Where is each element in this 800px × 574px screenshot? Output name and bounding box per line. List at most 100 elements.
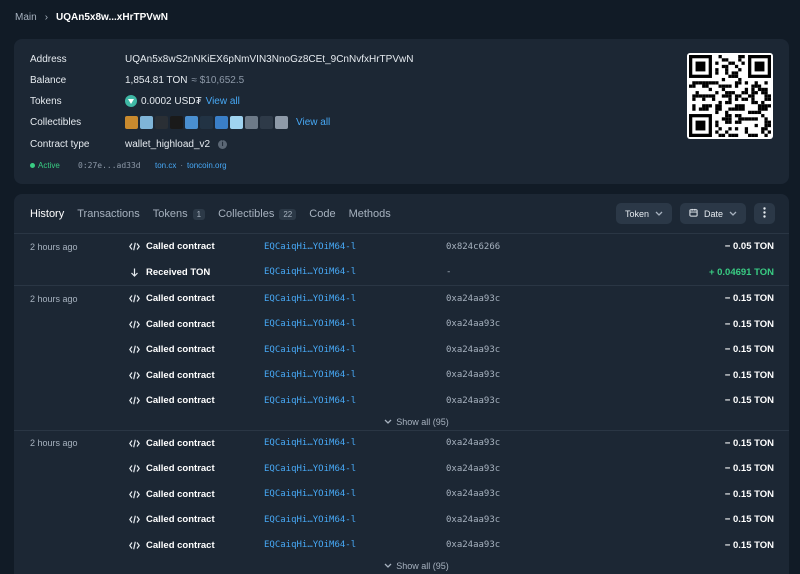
counterparty-address-link[interactable]: EQCaiqHi…YOiM64-l bbox=[264, 234, 356, 260]
more-options-button[interactable] bbox=[754, 203, 775, 224]
tab-count-badge: 22 bbox=[279, 208, 297, 220]
breadcrumb: Main › UQAn5x8w...xHrTPVwN bbox=[15, 10, 168, 24]
qr-code-icon bbox=[689, 55, 771, 137]
tonscan-link[interactable]: ton.cx bbox=[155, 161, 176, 170]
transaction-time: 2 hours ago bbox=[30, 293, 78, 304]
collectible-thumbnail[interactable] bbox=[155, 115, 168, 129]
transaction-group: 2 hours ago Called contract EQCaiqHi…YOiM6… bbox=[14, 234, 789, 286]
table-row[interactable]: Called contract EQCaiqHi…YOiM64-l 0xa24aa9… bbox=[14, 312, 789, 338]
balance-value: 1,854.81 TON bbox=[125, 74, 188, 86]
address-value[interactable]: UQAn5x8wS2nNKiEX6pNmVIN3NnoGz8CEt_9CnNvf… bbox=[125, 54, 413, 65]
tokens-view-all-link[interactable]: View all bbox=[206, 96, 240, 107]
action-label: Called contract bbox=[146, 241, 215, 253]
counterparty-address-link[interactable]: EQCaiqHi…YOiM64-l bbox=[264, 431, 356, 457]
code-icon bbox=[129, 242, 140, 251]
tab-label: Code bbox=[309, 208, 336, 220]
table-row[interactable]: Called contract EQCaiqHi…YOiM64-l 0xa24aa9… bbox=[14, 337, 789, 363]
status-badge: Active bbox=[38, 160, 60, 170]
action-label: Called contract bbox=[146, 293, 215, 305]
transaction-amount: − 0.15 TON bbox=[724, 344, 774, 356]
action-label: Called contract bbox=[146, 514, 215, 526]
qr-code[interactable] bbox=[687, 53, 773, 139]
collectible-thumbnails[interactable] bbox=[125, 115, 288, 129]
tab-methods[interactable]: Methods bbox=[349, 208, 391, 220]
table-row[interactable]: Called contract EQCaiqHi…YOiM64-l 0xa24aa9… bbox=[14, 533, 789, 559]
op-code: 0xa24aa93c bbox=[446, 293, 501, 304]
transaction-time: 2 hours ago bbox=[30, 438, 78, 449]
collectibles-view-all-link[interactable]: View all bbox=[296, 117, 330, 128]
counterparty-address-link[interactable]: EQCaiqHi…YOiM64-l bbox=[264, 456, 356, 482]
tab-label: Methods bbox=[348, 208, 391, 220]
tab-collectibles[interactable]: Collectibles 22 bbox=[218, 208, 297, 220]
collectible-thumbnail[interactable] bbox=[170, 115, 183, 129]
transaction-group: 2 hours ago Called contract EQCaiqHi…YOiM6… bbox=[14, 286, 789, 431]
op-code: - bbox=[446, 267, 452, 278]
collectible-thumbnail[interactable] bbox=[140, 115, 153, 129]
status-line: Active 0:27e...ad33d ton.cx · toncoin.or… bbox=[30, 160, 227, 170]
counterparty-address-link[interactable]: EQCaiqHi…YOiM64-l bbox=[264, 260, 356, 286]
chevron-down-icon bbox=[384, 417, 392, 427]
code-icon bbox=[129, 515, 140, 524]
show-all-button[interactable]: Show all (95) bbox=[44, 414, 789, 430]
action-label: Received TON bbox=[146, 266, 211, 278]
counterparty-address-link[interactable]: EQCaiqHi…YOiM64-l bbox=[264, 533, 356, 559]
table-row[interactable]: Called contract EQCaiqHi…YOiM64-l 0xa24aa9… bbox=[14, 456, 789, 482]
account-card: Address UQAn5x8wS2nNKiEX6pNmVIN3NnoGz8CE… bbox=[14, 39, 789, 184]
collectible-thumbnail[interactable] bbox=[230, 115, 243, 129]
counterparty-address-link[interactable]: EQCaiqHi…YOiM64-l bbox=[264, 312, 356, 338]
table-row[interactable]: 2 hours ago Called contract EQCaiqHi…YOiM6… bbox=[14, 286, 789, 312]
link-separator: · bbox=[180, 160, 184, 170]
code-icon bbox=[129, 396, 140, 405]
counterparty-address-link[interactable]: EQCaiqHi…YOiM64-l bbox=[264, 482, 356, 508]
counterparty-address-link[interactable]: EQCaiqHi…YOiM64-l bbox=[264, 388, 356, 414]
table-row[interactable]: 2 hours ago Called contract EQCaiqHi…YOiM6… bbox=[14, 234, 789, 260]
transaction-time: 2 hours ago bbox=[30, 241, 78, 252]
toncoin-link[interactable]: toncoin.org bbox=[187, 161, 227, 170]
table-row[interactable]: Called contract EQCaiqHi…YOiM64-l 0xa24aa9… bbox=[14, 507, 789, 533]
show-all-button[interactable]: Show all (95) bbox=[44, 558, 789, 574]
tokens-value: 0.0002 USD₮ bbox=[141, 95, 202, 107]
collectible-thumbnail[interactable] bbox=[125, 115, 138, 129]
transaction-action: Called contract bbox=[129, 337, 215, 363]
code-icon bbox=[129, 320, 140, 329]
token-filter-button[interactable]: Token bbox=[615, 203, 672, 224]
counterparty-address-link[interactable]: EQCaiqHi…YOiM64-l bbox=[264, 363, 356, 389]
op-code: 0xa24aa93c bbox=[446, 540, 501, 551]
contract-type-value: wallet_highload_v2 bbox=[125, 138, 211, 150]
collectible-thumbnail[interactable] bbox=[185, 115, 198, 129]
tab-code[interactable]: Code bbox=[309, 208, 335, 220]
transaction-amount: − 0.15 TON bbox=[724, 318, 774, 330]
date-filter-button[interactable]: Date bbox=[679, 203, 746, 224]
transaction-group: 2 hours ago Called contract EQCaiqHi…YOiM6… bbox=[14, 431, 789, 574]
table-row[interactable]: Called contract EQCaiqHi…YOiM64-l 0xa24aa9… bbox=[14, 363, 789, 389]
balance-label: Balance bbox=[30, 74, 67, 86]
table-row[interactable]: Received TON EQCaiqHi…YOiM64-l - + 0.04691 … bbox=[14, 260, 789, 286]
collectible-thumbnail[interactable] bbox=[245, 115, 258, 129]
table-row[interactable]: Called contract EQCaiqHi…YOiM64-l 0xa24aa9… bbox=[14, 388, 789, 414]
table-row[interactable]: Called contract EQCaiqHi…YOiM64-l 0xa24aa9… bbox=[14, 482, 789, 508]
tab-label: Tokens bbox=[152, 208, 188, 220]
code-icon bbox=[129, 294, 140, 303]
usdt-token-icon bbox=[125, 95, 137, 107]
breadcrumb-main-link[interactable]: Main bbox=[15, 12, 37, 23]
collectible-thumbnail[interactable] bbox=[260, 115, 273, 129]
address-row: Address UQAn5x8wS2nNKiEX6pNmVIN3NnoGz8CE… bbox=[30, 52, 413, 66]
collectibles-row: Collectibles View all bbox=[30, 115, 330, 129]
transaction-amount: + 0.04691 TON bbox=[708, 266, 774, 278]
info-icon[interactable]: i bbox=[218, 139, 228, 149]
collectible-thumbnail[interactable] bbox=[215, 115, 228, 129]
tab-history[interactable]: History bbox=[30, 208, 64, 220]
action-label: Called contract bbox=[146, 539, 215, 551]
code-hash[interactable]: 0:27e...ad33d bbox=[78, 161, 155, 170]
tab-label: Transactions bbox=[77, 208, 140, 220]
transaction-action: Called contract bbox=[129, 431, 215, 457]
collectible-thumbnail[interactable] bbox=[200, 115, 213, 129]
tab-tokens[interactable]: Tokens 1 bbox=[152, 208, 206, 220]
tab-transactions[interactable]: Transactions bbox=[77, 208, 140, 220]
counterparty-address-link[interactable]: EQCaiqHi…YOiM64-l bbox=[264, 286, 356, 312]
counterparty-address-link[interactable]: EQCaiqHi…YOiM64-l bbox=[264, 507, 356, 533]
collectible-thumbnail[interactable] bbox=[275, 115, 288, 129]
table-row[interactable]: 2 hours ago Called contract EQCaiqHi…YOiM6… bbox=[14, 431, 789, 457]
counterparty-address-link[interactable]: EQCaiqHi…YOiM64-l bbox=[264, 337, 356, 363]
transaction-list: 2 hours ago Called contract EQCaiqHi…YOiM6… bbox=[14, 234, 789, 574]
